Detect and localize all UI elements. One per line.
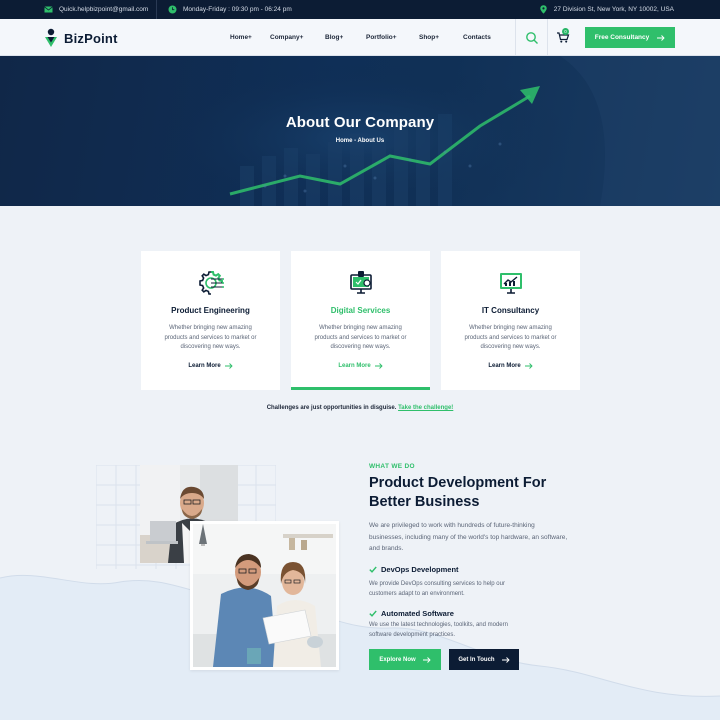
button-label: Explore Now bbox=[379, 656, 416, 663]
arrow-right-icon bbox=[657, 34, 665, 41]
page-title: About Our Company bbox=[285, 114, 435, 131]
cta-label: Free Consultancy bbox=[594, 34, 650, 41]
monitor-chart-icon bbox=[500, 273, 522, 294]
logo-text: BizPoint bbox=[64, 30, 118, 46]
topbar-divider bbox=[156, 0, 157, 19]
breadcrumb: Home - About Us bbox=[335, 138, 385, 144]
nav-company[interactable]: Company+ bbox=[270, 19, 303, 56]
mail-icon bbox=[44, 5, 53, 14]
arrow-right-icon bbox=[524, 363, 533, 369]
learn-more-label: Learn More bbox=[488, 363, 521, 369]
card-title: IT Consultancy bbox=[481, 306, 540, 315]
nav-home[interactable]: Home+ bbox=[230, 19, 252, 56]
card-description: Whether bringing new amazing products an… bbox=[464, 325, 557, 350]
button-label: Get In Touch bbox=[458, 656, 495, 663]
page-hero-banner: About Our Company Home - About Us bbox=[0, 56, 720, 206]
nav-contacts[interactable]: Contacts bbox=[463, 19, 491, 56]
top-bar: Quick.helpbizpoint@gmail.com Monday-Frid… bbox=[0, 0, 720, 19]
arrow-right-icon bbox=[422, 656, 431, 663]
learn-more-label: Learn More bbox=[188, 363, 221, 369]
hero-background-graphic bbox=[150, 56, 720, 206]
office-address: 27 Division St, New York, NY 10002, USA bbox=[539, 0, 674, 19]
learn-more-label: Learn More bbox=[338, 363, 371, 369]
team-photo-colleagues bbox=[190, 521, 339, 670]
arrow-right-icon bbox=[224, 363, 233, 369]
card-title: Product Engineering bbox=[171, 306, 250, 315]
arrow-right-icon bbox=[501, 656, 510, 663]
service-card-product-engineering: Product Engineering Whether bringing new… bbox=[141, 251, 280, 390]
feature-title: DevOps Development bbox=[381, 565, 459, 574]
learn-more-link[interactable]: Learn More bbox=[441, 363, 580, 369]
challenge-banner: Challenges are just opportunities in dis… bbox=[0, 405, 720, 411]
feature-description: We provide DevOps consulting services to… bbox=[369, 581, 505, 597]
site-logo[interactable]: BizPoint bbox=[44, 28, 118, 48]
email-text: Quick.helpbizpoint@gmail.com bbox=[59, 6, 149, 13]
checkmark-icon bbox=[369, 566, 377, 573]
explore-now-button[interactable]: Explore Now bbox=[369, 649, 441, 670]
logo-mark-icon bbox=[45, 28, 57, 47]
feature-automated-software: Automated Software bbox=[369, 609, 454, 618]
cart-count-badge: 0 bbox=[562, 28, 569, 35]
address-text: 27 Division St, New York, NY 10002, USA bbox=[553, 6, 674, 13]
contact-email[interactable]: Quick.helpbizpoint@gmail.com bbox=[44, 0, 148, 19]
search-icon[interactable] bbox=[524, 30, 540, 46]
free-consultancy-button[interactable]: Free Consultancy bbox=[585, 27, 675, 48]
nav-portfolio[interactable]: Portfolio+ bbox=[366, 19, 397, 56]
nav-blog[interactable]: Blog+ bbox=[325, 19, 343, 56]
wave-decoration bbox=[0, 574, 720, 720]
header-divider bbox=[515, 19, 516, 56]
section-title: Product Development For Better Business bbox=[369, 475, 547, 510]
nav-shop[interactable]: Shop+ bbox=[419, 19, 439, 56]
feature-description: We use the latest technologies, toolkits… bbox=[369, 622, 508, 638]
feature-devops: DevOps Development bbox=[369, 565, 459, 574]
digital-services-icon bbox=[350, 271, 372, 294]
learn-more-link[interactable]: Learn More bbox=[141, 363, 280, 369]
checkmark-icon bbox=[369, 610, 377, 617]
main-header: BizPoint Home+ Company+ Blog+ Portfolio+… bbox=[0, 19, 720, 56]
challenge-text: Challenges are just opportunities in dis… bbox=[266, 405, 397, 411]
card-description: Whether bringing new amazing products an… bbox=[164, 325, 257, 350]
hours-text: Monday-Friday : 09:30 pm - 06:24 pm bbox=[183, 6, 292, 13]
card-title: Digital Services bbox=[330, 306, 391, 315]
section-description: We are privileged to work with hundreds … bbox=[369, 522, 568, 552]
service-card-it-consultancy: IT Consultancy Whether bringing new amaz… bbox=[441, 251, 580, 390]
location-pin-icon bbox=[539, 5, 548, 14]
gear-circuit-icon bbox=[199, 271, 224, 295]
challenge-link[interactable]: Take the challenge! bbox=[398, 405, 453, 411]
header-divider bbox=[547, 19, 548, 56]
get-in-touch-button[interactable]: Get In Touch bbox=[449, 649, 519, 670]
arrow-right-icon bbox=[374, 363, 383, 369]
learn-more-link[interactable]: Learn More bbox=[291, 363, 430, 369]
service-card-digital-services: Digital Services Whether bringing new am… bbox=[291, 251, 430, 390]
business-hours: Monday-Friday : 09:30 pm - 06:24 pm bbox=[168, 0, 292, 19]
card-description: Whether bringing new amazing products an… bbox=[314, 325, 407, 350]
section-eyebrow: WHAT WE DO bbox=[369, 463, 415, 470]
clock-icon bbox=[168, 5, 177, 14]
feature-title: Automated Software bbox=[381, 609, 454, 618]
